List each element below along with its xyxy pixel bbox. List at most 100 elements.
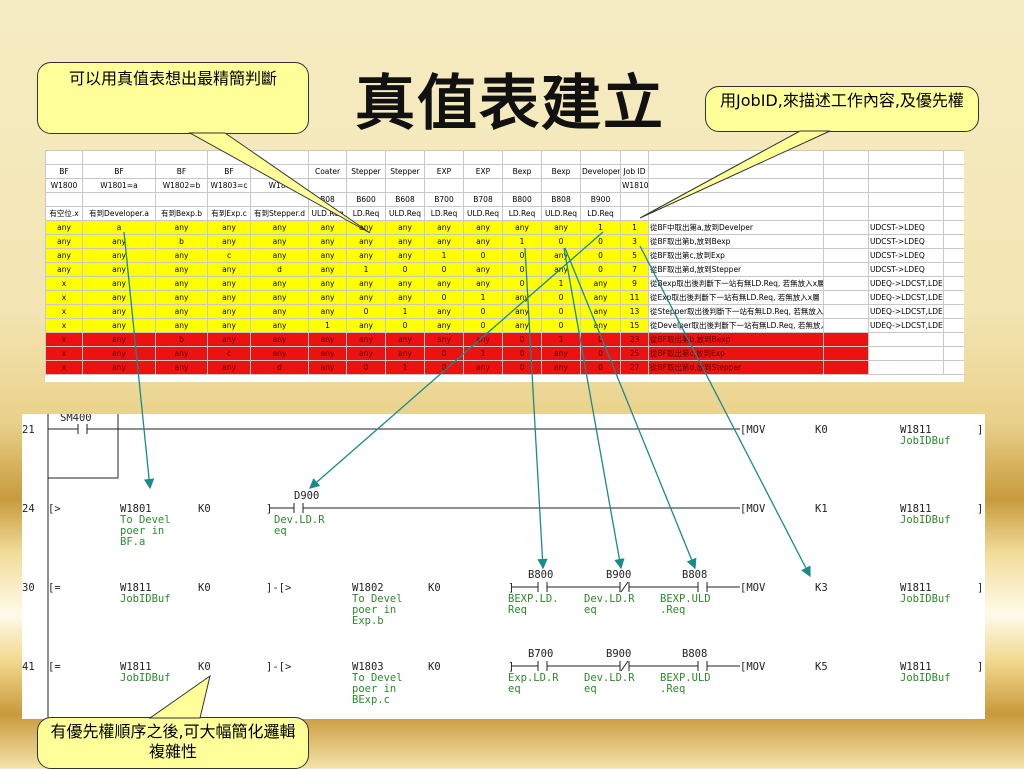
table-cell: 0	[502, 332, 542, 347]
table-cell: 0	[541, 234, 581, 249]
table-cell	[648, 206, 824, 221]
table-cell: any	[463, 276, 503, 291]
table-cell: any	[385, 276, 425, 291]
table-cell	[823, 234, 869, 249]
table-cell	[463, 178, 503, 193]
table-cell	[823, 360, 869, 375]
header-row: BF BF BF BF Coater Stepper Stepper EXP EXP Bexp Be…	[45, 164, 964, 179]
table-cell: any	[207, 318, 251, 333]
contact-2-address: B900	[606, 648, 631, 660]
table-cell	[207, 150, 251, 165]
compare-open: [>	[48, 503, 61, 515]
table-cell: any	[385, 220, 425, 235]
mov-instruction: [MOV	[740, 661, 766, 673]
table-cell: any	[424, 332, 464, 347]
table-cell: any	[424, 304, 464, 319]
table-cell: any	[580, 304, 621, 319]
table-cell	[502, 150, 542, 165]
table-cell: UDCST->LDEQ	[868, 234, 944, 249]
table-cell: any	[424, 234, 464, 249]
table-cell: any	[155, 304, 208, 319]
table-cell	[943, 276, 964, 291]
table-cell: 0	[463, 318, 503, 333]
table-cell: 0	[541, 318, 581, 333]
rung-number: 30	[22, 582, 35, 594]
table-cell: B600	[346, 192, 386, 207]
table-cell: any	[207, 220, 251, 235]
table-cell	[823, 332, 869, 347]
table-cell	[823, 304, 869, 319]
table-cell	[868, 346, 944, 361]
table-cell	[868, 360, 944, 375]
table-cell: any	[580, 276, 621, 291]
table-cell: Stepper	[346, 164, 386, 179]
contact-2-label: eq	[584, 604, 597, 616]
table-cell: any	[502, 318, 542, 333]
table-cell: any	[308, 248, 347, 263]
table-cell: Stepper	[385, 164, 425, 179]
table-cell	[943, 178, 964, 193]
table-cell: 從BF取出第d,放到Stepper	[648, 262, 824, 277]
table-cell: any	[155, 346, 208, 361]
table-cell: 0	[463, 248, 503, 263]
table-cell: any	[82, 248, 156, 263]
compare-operand-label: JobIDBuf	[120, 593, 171, 605]
table-cell	[648, 192, 824, 207]
table-cell: c	[207, 248, 251, 263]
contact-3-address: B808	[682, 569, 707, 581]
table-cell: 從Bexp取出後判斷下一站有無LD.Req, 若無放入x層	[648, 276, 824, 291]
table-cell	[250, 150, 309, 165]
contact-slash	[620, 581, 629, 593]
mov-constant: K5	[815, 661, 828, 673]
table-row: any any b any any any any any any any 1 0 0 3 從BF取出第b,…	[45, 234, 964, 249]
callout-priority-note: 有優先權順序之後,可大幅簡化邏輯複雜性	[37, 717, 309, 769]
table-cell: 1	[620, 220, 649, 235]
table-cell: UDEQ->LDCST,LDEQ	[868, 290, 944, 305]
table-cell	[385, 150, 425, 165]
table-cell	[541, 150, 581, 165]
sm400-label: SM400	[60, 414, 92, 424]
table-cell	[648, 150, 824, 165]
table-cell: any	[346, 220, 386, 235]
table-cell: any	[502, 290, 542, 305]
table-cell: x	[45, 360, 83, 375]
mov-destination-label: JobIDBuf	[900, 435, 951, 447]
table-cell	[943, 164, 964, 179]
table-cell: ULD.Req	[541, 206, 581, 221]
table-cell: any	[250, 234, 309, 249]
contact-1-label: eq	[508, 683, 521, 695]
rung-number: 24	[22, 503, 35, 515]
table-cell: any	[424, 220, 464, 235]
mov-constant: K0	[815, 424, 828, 436]
table-cell	[250, 192, 309, 207]
table-cell	[943, 220, 964, 235]
table-cell: x	[45, 332, 83, 347]
table-cell: any	[385, 248, 425, 263]
table-cell: any	[424, 318, 464, 333]
table-cell: 0	[385, 318, 425, 333]
slide-title: 真值表建立	[355, 69, 665, 139]
table-cell	[943, 262, 964, 277]
table-cell	[823, 206, 869, 221]
table-cell	[45, 192, 83, 207]
table-cell: UDCST->LDEQ	[868, 220, 944, 235]
table-cell: 0	[502, 346, 542, 361]
compare-constant: K0	[198, 661, 211, 673]
table-cell: 0	[424, 346, 464, 361]
table-cell	[823, 192, 869, 207]
contact-address: D900	[294, 490, 319, 502]
table-cell: any	[82, 262, 156, 277]
table-cell: any	[155, 290, 208, 305]
table-cell	[207, 192, 251, 207]
table-cell: 0	[580, 234, 621, 249]
table-cell: any	[82, 290, 156, 305]
table-cell: any	[463, 360, 503, 375]
table-cell: any	[580, 290, 621, 305]
table-cell: BF	[45, 164, 83, 179]
table-cell: any	[346, 346, 386, 361]
table-cell: any	[207, 290, 251, 305]
table-cell: any	[82, 234, 156, 249]
table-cell: Job ID	[620, 164, 649, 179]
contact-1-address: B800	[528, 569, 553, 581]
contact-slash	[620, 660, 629, 672]
